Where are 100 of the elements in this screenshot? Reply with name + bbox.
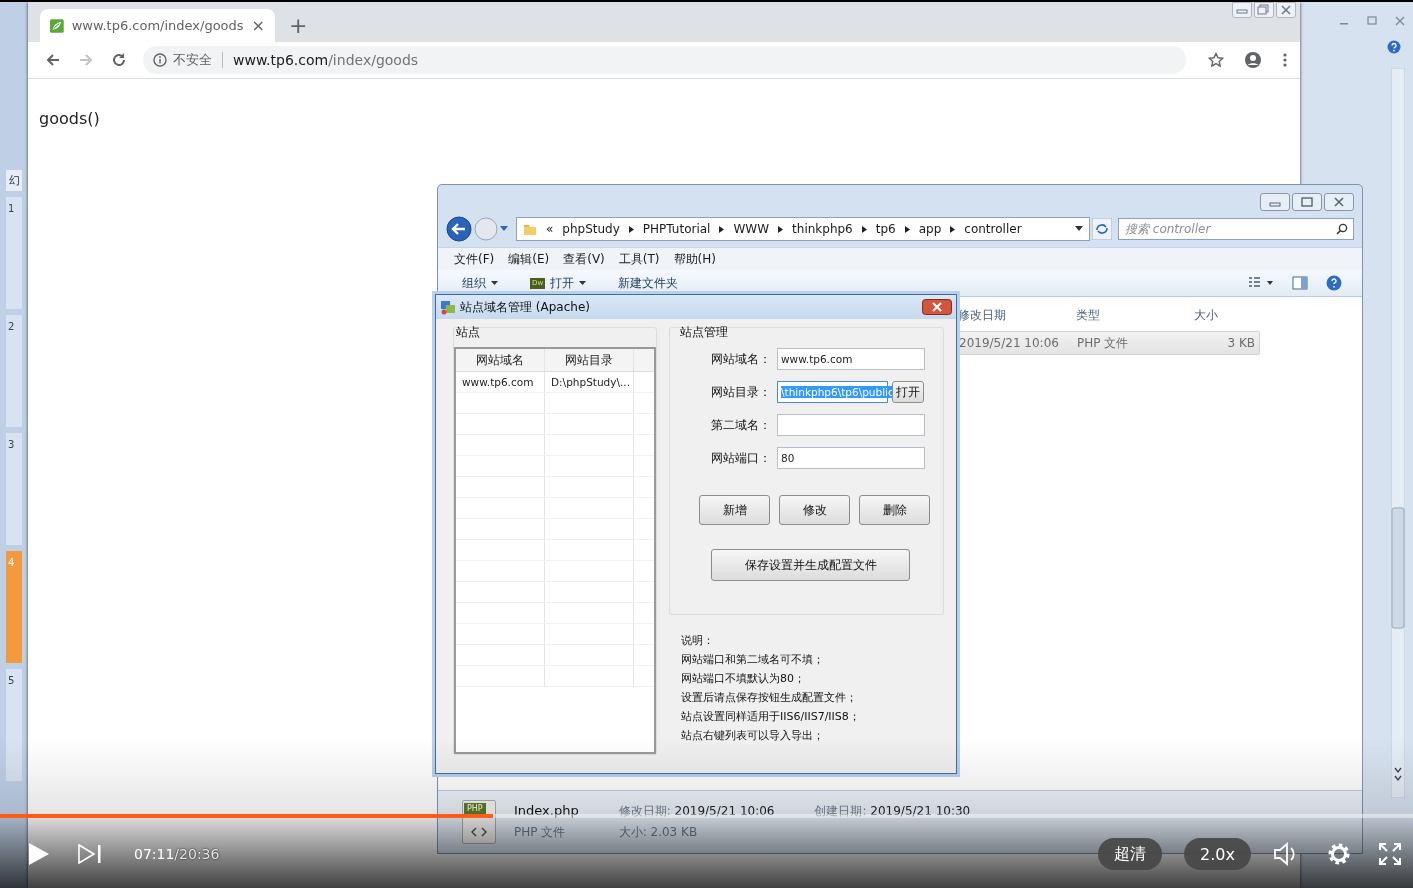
list-row[interactable]: www.tp6.com D:\phpStudy\... [456, 372, 654, 393]
action-button[interactable]: 修改 [779, 495, 850, 525]
chevron-icon [950, 225, 956, 233]
note-text: 站点设置同样适用于IIS6/IIS7/IIS8； [681, 709, 861, 724]
scrollbar-drawing[interactable] [1391, 68, 1405, 798]
php-file-icon: PHP [462, 800, 496, 844]
close-icon[interactable] [1324, 193, 1354, 211]
view-icon[interactable] [1248, 276, 1274, 290]
breadcrumb-item[interactable]: thinkphp6 [792, 222, 853, 236]
new-tab-button[interactable]: + [289, 15, 308, 37]
chevron-icon [904, 225, 910, 233]
star-icon[interactable] [1208, 52, 1224, 68]
column-header[interactable]: 网站目录 [545, 349, 634, 371]
dialog-title: 站点域名管理 (Apache) [460, 298, 591, 316]
caret-icon[interactable] [1075, 226, 1083, 232]
column-header[interactable]: 类型 [1074, 306, 1194, 324]
next-icon[interactable] [78, 844, 102, 864]
input-field[interactable]: www.tp6.com [777, 348, 925, 370]
restore-icon[interactable] [1254, 2, 1274, 18]
menu-icon[interactable] [1282, 52, 1288, 68]
note-text: 网站端口不填默认为80； [681, 671, 806, 686]
slide-thumbnail[interactable]: 5 [6, 669, 22, 781]
fullscreen-icon[interactable] [1379, 843, 1401, 865]
breadcrumb-item[interactable]: PHPTutorial [642, 222, 711, 236]
group-title: 站点管理 [680, 324, 728, 341]
tab-title: www.tp6.com/index/goods [71, 18, 244, 33]
app-icon [440, 299, 456, 315]
pane-tab[interactable]: 幻 [6, 170, 22, 191]
toolbar-button[interactable]: 组织 [462, 274, 498, 292]
refresh-icon[interactable] [1092, 218, 1112, 240]
menu-item[interactable]: 文件(F) [454, 250, 495, 268]
breadcrumb-overflow[interactable]: « [546, 222, 554, 236]
search-field[interactable]: 搜索 controller [1118, 218, 1354, 240]
modified-date: 修改日期: 2019/5/21 10:06 [618, 803, 775, 820]
folder-icon [523, 222, 537, 236]
save-button[interactable]: 保存设置并生成配置文件 [711, 549, 910, 581]
info-icon [153, 53, 167, 67]
note-text: 网站端口和第二域名可不填； [681, 652, 825, 667]
preview-pane-icon[interactable] [1292, 276, 1308, 290]
slide-thumbnail[interactable]: 2 [6, 315, 22, 427]
input-field[interactable]: 80 [777, 447, 925, 469]
playback-time: 07:11/20:36 [134, 846, 220, 862]
chevron-icon [628, 225, 634, 233]
slide-thumbnail[interactable]: 3 [6, 433, 22, 545]
quality-button[interactable]: 超清 [1098, 838, 1163, 870]
help-icon[interactable] [1387, 40, 1401, 54]
menu-item[interactable]: 帮助(H) [673, 250, 716, 268]
field-label: 网站端口： [711, 449, 772, 467]
chevron-icon [719, 225, 725, 233]
code-brackets-icon [471, 827, 487, 837]
action-button[interactable]: 新增 [699, 495, 770, 525]
page-text: goods() [39, 109, 101, 128]
help-icon[interactable] [1326, 275, 1342, 291]
settings-icon[interactable] [1327, 842, 1351, 866]
toolbar-button[interactable]: 新建文件夹 [618, 274, 679, 292]
breadcrumb-item[interactable]: controller [964, 222, 1022, 236]
menu-item[interactable]: 编辑(E) [508, 250, 550, 268]
close-icon[interactable] [1276, 2, 1296, 18]
caret-icon [579, 280, 587, 286]
file-size: 大小: 2.03 KB [618, 824, 699, 841]
caret-icon [491, 280, 498, 286]
menu-item[interactable]: 查看(V) [563, 250, 605, 268]
file-name: Index.php [514, 803, 579, 818]
field-label: 第二域名： [711, 416, 772, 434]
security-label: 不安全 [173, 51, 212, 69]
chevron-icon [778, 225, 784, 233]
account-icon[interactable] [1244, 51, 1262, 69]
breadcrumb-item[interactable]: WWW [733, 222, 770, 236]
browser-tab[interactable]: www.tp6.com/index/goods × [40, 9, 275, 42]
close-icon[interactable] [922, 299, 952, 315]
url-text: www.tp6.com/index/goods [233, 52, 419, 68]
field-label: 网站域名： [711, 350, 772, 368]
created-date: 创建日期: 2019/5/21 10:30 [814, 803, 971, 820]
minimize-icon[interactable] [1260, 193, 1290, 211]
slide-thumbnail[interactable]: 1 [6, 197, 22, 309]
back-icon[interactable] [446, 216, 472, 242]
note-text: 设置后请点保存按钮生成配置文件； [681, 690, 858, 705]
menu-item[interactable]: 工具(T) [618, 250, 660, 268]
input-field[interactable] [777, 414, 925, 436]
reload-icon[interactable] [110, 51, 128, 69]
breadcrumb-item[interactable]: app [918, 222, 942, 236]
file-type: PHP 文件 [514, 824, 567, 841]
group-title: 站点 [456, 324, 480, 341]
column-header[interactable]: 大小 [1194, 306, 1254, 324]
note-text: 站点右键列表可以导入导出； [681, 728, 825, 743]
open-button[interactable]: 打开 [892, 381, 924, 403]
chevron-icon [861, 225, 867, 233]
speed-button[interactable]: 2.0x [1184, 838, 1251, 870]
breadcrumb-item[interactable]: tp6 [875, 222, 896, 236]
close-tab-button[interactable]: × [251, 16, 265, 35]
search-icon [1336, 223, 1348, 235]
column-header[interactable]: 网站域名 [456, 349, 545, 371]
note-text: 说明： [681, 633, 715, 648]
leaf-icon [50, 17, 64, 34]
restore-icon[interactable] [1292, 193, 1322, 211]
action-button[interactable]: 删除 [859, 495, 930, 525]
address-bar[interactable]: 不安全 www.tp6.com/index/goods [143, 46, 1186, 74]
address-bar[interactable]: « phpStudy PHPTutorial WWW thinkphp6 tp6 app controller [516, 217, 1090, 241]
breadcrumb-item[interactable]: phpStudy [562, 222, 620, 236]
field-label: 网站目录： [711, 383, 772, 401]
